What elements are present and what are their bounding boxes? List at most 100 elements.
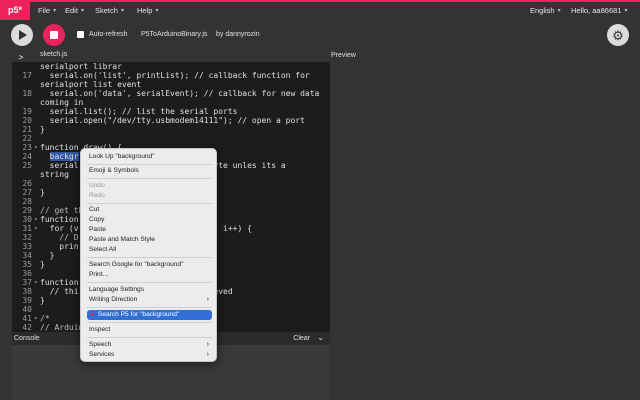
menu-edit-label: Edit	[65, 5, 78, 15]
line-number: 25	[22, 161, 32, 170]
code-line: serial.list(); // list the serial ports	[40, 107, 238, 116]
menu-divider	[87, 322, 212, 323]
services-label: Services	[89, 351, 115, 358]
code-line: }	[40, 251, 55, 260]
menu-sketch-label: Sketch	[95, 5, 118, 15]
menu-item-writing-direction[interactable]: Writing Direction ›	[87, 295, 212, 305]
code-line: coming in	[40, 98, 84, 107]
code-line: function	[40, 215, 79, 224]
stop-icon	[50, 31, 58, 39]
chevron-right-icon: ›	[206, 296, 209, 303]
menu-file[interactable]: File ▾	[38, 0, 56, 20]
code-line: }	[40, 296, 45, 305]
menu-divider	[87, 164, 212, 165]
menu-item-copy[interactable]: Copy	[87, 215, 212, 225]
code-line: // Arduin	[40, 323, 84, 332]
menu-item-search-p5[interactable]: ★ Search P5 for "background"	[87, 310, 212, 320]
chevron-down-icon: ▾	[557, 7, 561, 14]
auto-refresh-toggle[interactable]: Auto-refresh	[77, 31, 128, 38]
code-line: }	[40, 188, 45, 197]
code-line: serial.on('list', printList); // callbac…	[40, 71, 310, 80]
menu-divider	[87, 257, 212, 258]
line-number: 37	[22, 278, 32, 287]
menu-divider	[87, 178, 212, 179]
menu-edit[interactable]: Edit ▾	[65, 0, 84, 20]
menu-item-cut[interactable]: Cut	[87, 205, 212, 215]
line-number: 29	[22, 206, 32, 215]
menu-item-look-up[interactable]: Look Up "background"	[87, 152, 212, 162]
chevron-right-icon: ›	[206, 351, 209, 358]
auto-refresh-label: Auto-refresh	[89, 31, 128, 38]
line-number: 42	[22, 323, 32, 332]
p5-editor-window: p5* File ▾ Edit ▾ Sketch ▾ Help ▾ English ▾ H…	[0, 0, 640, 400]
code-line: prin	[40, 242, 79, 251]
menu-item-language-settings[interactable]: Language Settings	[87, 285, 212, 295]
line-number: 19	[22, 107, 32, 116]
console-title: Console	[14, 335, 40, 342]
sketch-author: by dannyrozin	[216, 31, 260, 38]
console-clear-button[interactable]: Clear	[293, 335, 310, 342]
settings-button[interactable]: ⚙	[607, 24, 629, 46]
file-tab-sketch[interactable]: sketch.js	[40, 51, 67, 58]
chevron-down-icon[interactable]: ⌄	[317, 333, 324, 342]
line-number: 28	[22, 197, 32, 206]
code-line: }	[40, 260, 45, 269]
menu-item-select-all[interactable]: Select All	[87, 245, 212, 255]
line-number: 35	[22, 260, 32, 269]
sketch-name[interactable]: P5ToArduinoBinary.js	[141, 31, 207, 38]
user-greeting: Hello, aa86681	[571, 5, 622, 15]
menu-divider	[87, 337, 212, 338]
code-line: serialport librar	[40, 62, 122, 71]
fold-arrow-icon[interactable]: ▾	[34, 216, 38, 223]
menu-item-undo: Undo	[89, 182, 105, 189]
menu-divider	[87, 282, 212, 283]
line-number: 17	[22, 71, 32, 80]
search-p5-label: Search P5 for "background"	[97, 311, 180, 318]
menu-divider	[87, 203, 212, 204]
preview-pane	[331, 62, 640, 400]
line-number: 36	[22, 269, 32, 278]
chevron-down-icon: ▾	[155, 7, 159, 14]
menu-item-services[interactable]: Services ›	[87, 350, 212, 360]
menu-item-print[interactable]: Print...	[87, 270, 212, 280]
line-number: 21	[22, 125, 32, 134]
menu-divider	[87, 307, 212, 308]
menu-item-search-google[interactable]: Search Google for "background"	[87, 260, 212, 270]
menu-item-redo: Redo	[89, 192, 105, 199]
menu-item-paste[interactable]: Paste	[87, 225, 212, 235]
play-button[interactable]	[11, 24, 33, 46]
line-number: 31	[22, 224, 32, 233]
line-number: 33	[22, 242, 32, 251]
stop-button[interactable]	[43, 24, 65, 46]
speech-label: Speech	[89, 341, 112, 348]
menu-sketch[interactable]: Sketch ▾	[95, 0, 124, 20]
code-line: serial.open("/dev/tty.usbmodem14111"); /…	[40, 116, 305, 125]
fold-arrow-icon[interactable]: ▾	[34, 144, 38, 151]
code-line: function	[40, 278, 79, 287]
writing-direction-label: Writing Direction	[89, 296, 138, 303]
fold-arrow-icon[interactable]: ▾	[34, 315, 38, 322]
line-number: 39	[22, 296, 32, 305]
chevron-down-icon: ▾	[80, 7, 84, 14]
menu-item-paste-match-style[interactable]: Paste and Match Style	[87, 235, 212, 245]
line-number: 38	[22, 287, 32, 296]
p5-logo[interactable]: p5*	[0, 0, 30, 20]
auto-refresh-checkbox[interactable]	[77, 31, 84, 38]
menu-file-label: File	[38, 5, 51, 15]
fold-arrow-icon[interactable]: ▾	[34, 225, 38, 232]
code-line: /*	[40, 314, 50, 323]
line-number: 26	[22, 179, 32, 188]
menu-help-label: Help	[137, 5, 153, 15]
user-menu[interactable]: Hello, aa86681 ▾	[571, 0, 627, 20]
menu-item-inspect[interactable]: Inspect	[87, 325, 212, 335]
fold-arrow-icon[interactable]: ▾	[34, 279, 38, 286]
line-number: 30	[22, 215, 32, 224]
language-menu[interactable]: English ▾	[530, 0, 561, 20]
menu-item-speech[interactable]: Speech ›	[87, 340, 212, 350]
menu-item-emoji-symbols[interactable]: Emoji & Symbols	[87, 166, 212, 176]
star-icon: ★	[89, 311, 95, 318]
menu-help[interactable]: Help ▾	[137, 0, 158, 20]
play-icon	[19, 30, 27, 40]
language-label: English	[530, 5, 555, 15]
line-number: 23	[22, 143, 32, 152]
